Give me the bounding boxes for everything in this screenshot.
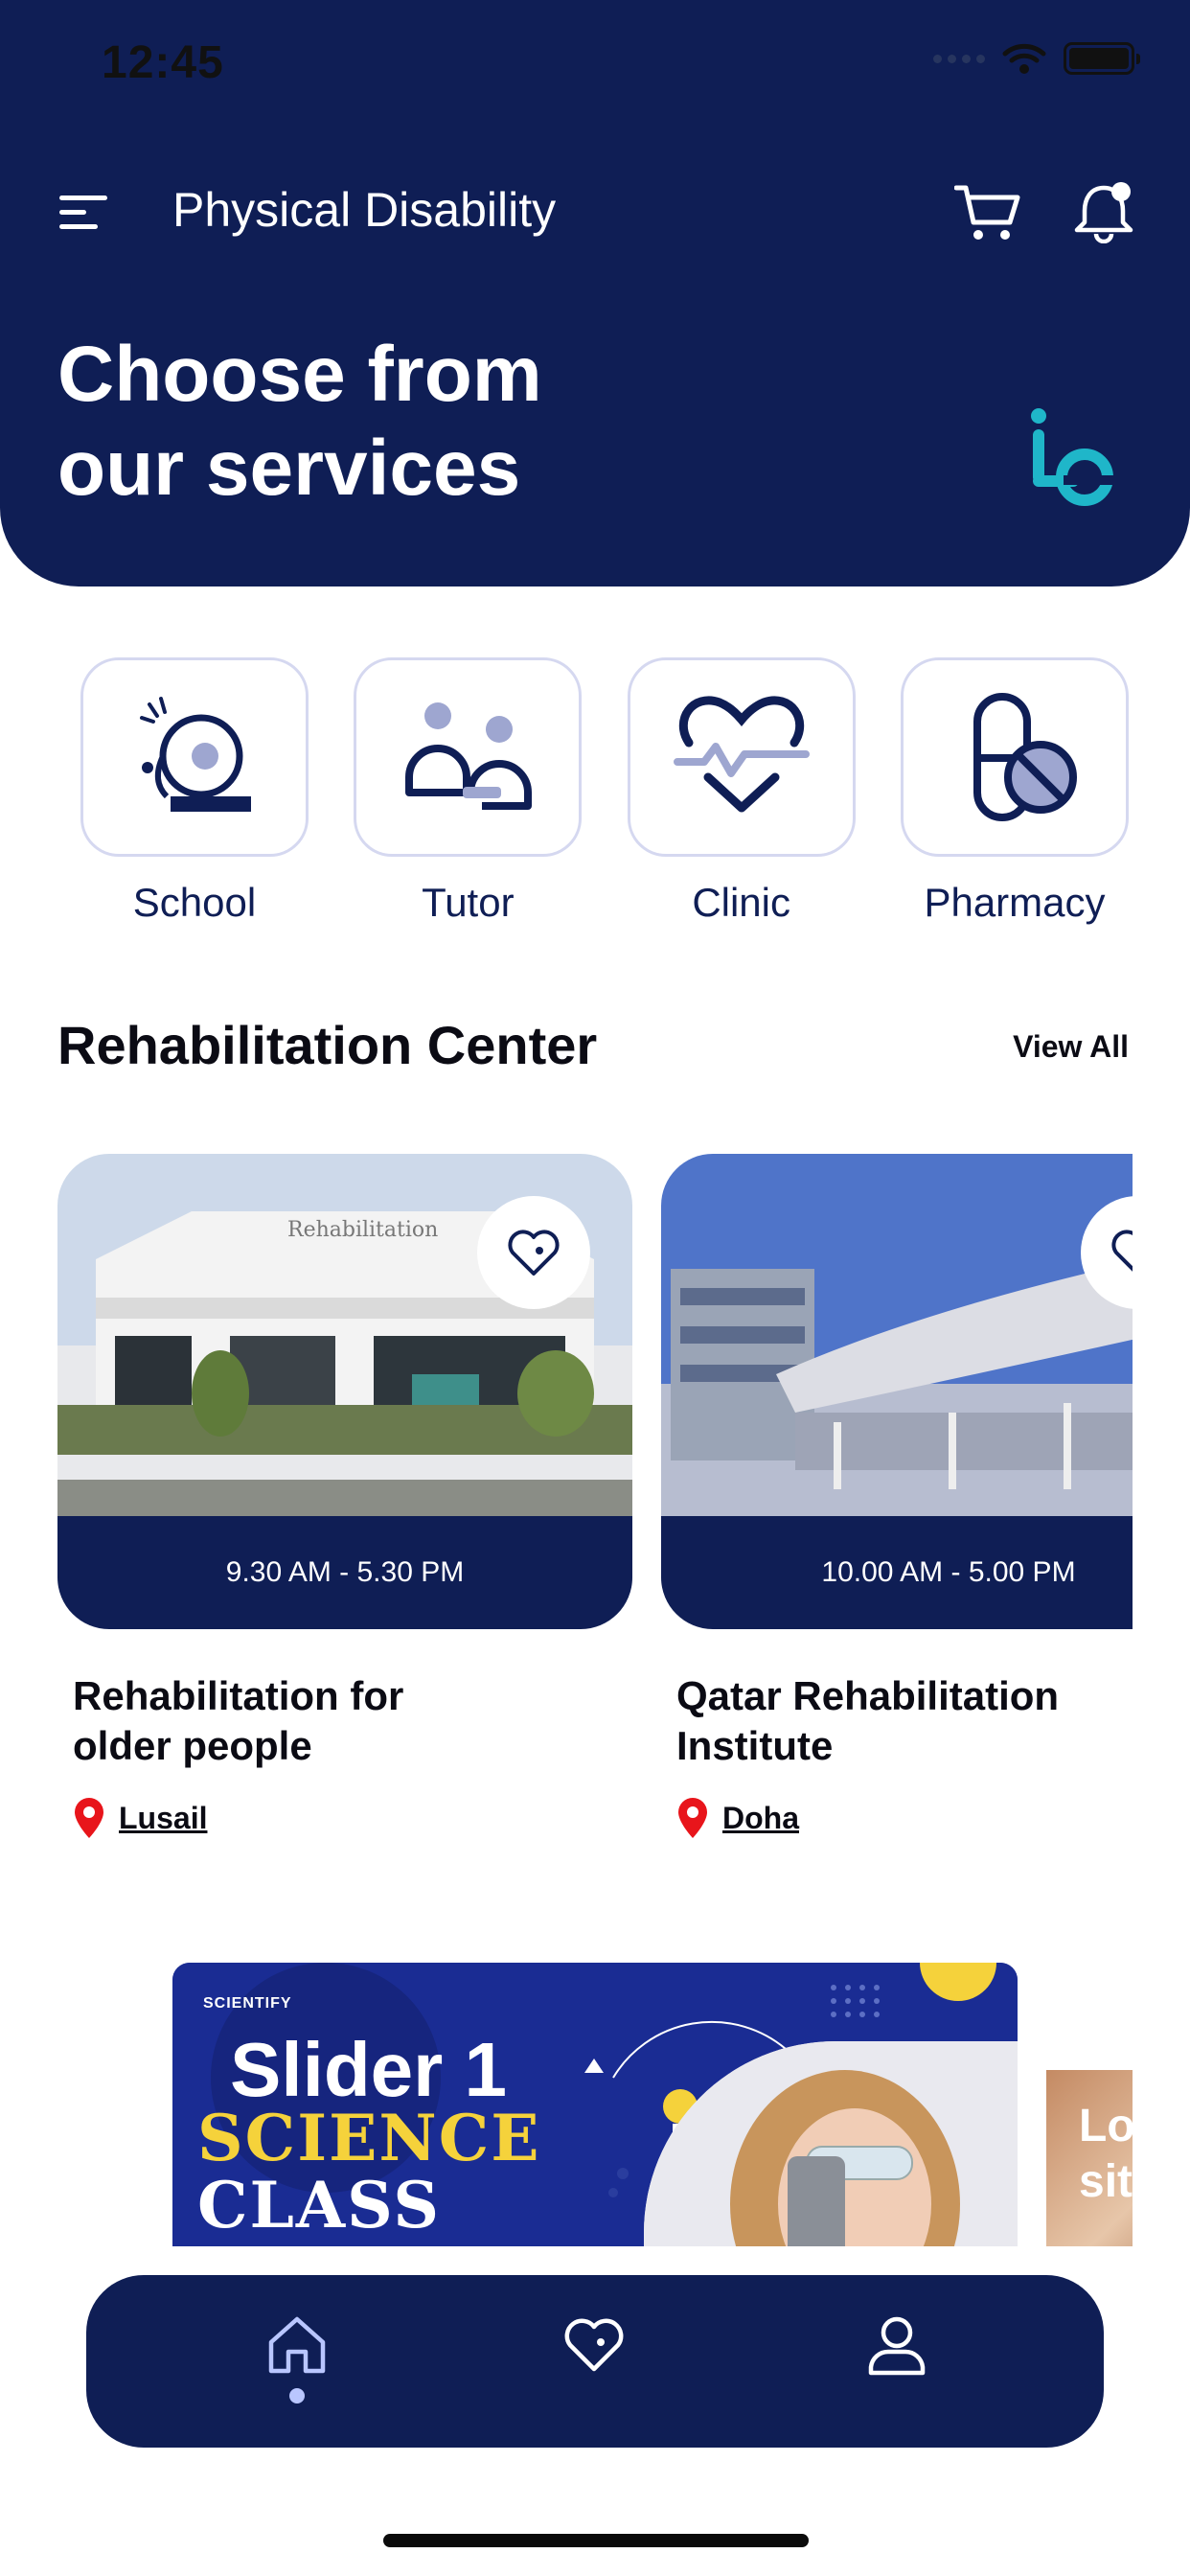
status-time: 12:45 — [102, 37, 224, 88]
center-cards-carousel[interactable]: Rehabilitation 9.30 AM - 5.30 PM Rehabil… — [57, 1154, 1133, 1863]
pill-icon — [973, 693, 1077, 821]
banner-headline-line1: SCIENCE — [197, 2101, 541, 2175]
location-label[interactable]: Lusail — [119, 1801, 207, 1836]
user-icon — [868, 2316, 926, 2376]
cellular-signal-icon — [933, 54, 985, 63]
category-label: Clinic — [692, 880, 790, 925]
heart-icon — [564, 2318, 624, 2372]
center-card[interactable]: Rehabilitation 9.30 AM - 5.30 PM Rehabil… — [57, 1154, 632, 1840]
center-location[interactable]: Doha — [676, 1796, 1133, 1840]
banner-next-text: Lo sit — [1079, 2101, 1133, 2207]
category-tutor[interactable]: Tutor — [354, 657, 583, 926]
category-label: Tutor — [422, 880, 515, 925]
heart-icon — [1111, 1230, 1133, 1272]
bell-icon[interactable] — [1073, 180, 1134, 243]
active-indicator — [289, 2388, 305, 2404]
nav-profile[interactable] — [858, 2313, 935, 2409]
home-indicator — [383, 2534, 809, 2547]
category-tile[interactable] — [80, 657, 309, 857]
opening-hours: 10.00 AM - 5.00 PM — [661, 1516, 1133, 1629]
nav-favorites[interactable] — [556, 2313, 632, 2409]
cart-icon[interactable] — [954, 182, 1021, 243]
location-label[interactable]: Doha — [722, 1801, 799, 1836]
location-pin-icon — [678, 1798, 707, 1838]
opening-hours: 9.30 AM - 5.30 PM — [57, 1516, 632, 1629]
header: 12:45 Physical Disability Choose from ou… — [0, 0, 1190, 586]
heart-icon — [508, 1230, 560, 1276]
category-tile[interactable] — [354, 657, 583, 857]
service-categories: School Tutor Clinic Pharmacy — [80, 657, 1129, 926]
app-title: Physical Disability — [172, 183, 557, 237]
category-label: Pharmacy — [924, 880, 1106, 925]
menu-icon[interactable] — [59, 194, 111, 232]
center-card[interactable]: 10.00 AM - 5.00 PM Qatar Rehabilitation … — [661, 1154, 1133, 1840]
clinic-heart-icon — [673, 696, 810, 813]
section-title: Rehabilitation Center — [57, 1015, 598, 1075]
category-label: School — [132, 880, 257, 925]
home-icon — [268, 2316, 326, 2374]
category-clinic[interactable]: Clinic — [627, 657, 856, 926]
promo-banner-next[interactable]: Lo sit — [1046, 2070, 1133, 2246]
tutor-icon — [405, 702, 533, 810]
banner-headline-line2: CLASS — [197, 2168, 442, 2242]
location-pin-icon — [75, 1798, 103, 1838]
battery-icon — [1064, 42, 1140, 75]
svg-text:Rehabilitation: Rehabilitation — [287, 1218, 438, 1242]
nav-home[interactable] — [259, 2313, 335, 2409]
status-icons — [933, 42, 1140, 75]
wifi-icon — [1002, 43, 1046, 74]
bottom-navigation — [86, 2275, 1104, 2448]
category-tile[interactable] — [900, 657, 1129, 857]
category-school[interactable]: School — [80, 657, 309, 926]
center-name[interactable]: Rehabilitation for older people — [73, 1671, 632, 1771]
school-bell-icon — [140, 697, 251, 812]
promo-banner-carousel[interactable]: SCIENTIFY Slider 1 SCIENCE CLASS Lo sit — [0, 1963, 1133, 2246]
brand-logo-icon — [1031, 408, 1113, 506]
center-photo: 10.00 AM - 5.00 PM — [661, 1154, 1133, 1629]
hero-title: Choose from our services — [57, 331, 542, 512]
promo-banner[interactable]: SCIENTIFY Slider 1 SCIENCE CLASS — [172, 1963, 1018, 2246]
category-tile[interactable] — [627, 657, 856, 857]
favorite-button[interactable] — [477, 1196, 590, 1309]
view-all-link[interactable]: View All — [1013, 1029, 1129, 1065]
category-pharmacy[interactable]: Pharmacy — [900, 657, 1129, 926]
center-location[interactable]: Lusail — [73, 1796, 632, 1840]
center-name[interactable]: Qatar Rehabilitation Institute — [676, 1671, 1133, 1771]
center-photo: Rehabilitation 9.30 AM - 5.30 PM — [57, 1154, 632, 1629]
banner-brand: SCIENTIFY — [203, 1995, 292, 2012]
